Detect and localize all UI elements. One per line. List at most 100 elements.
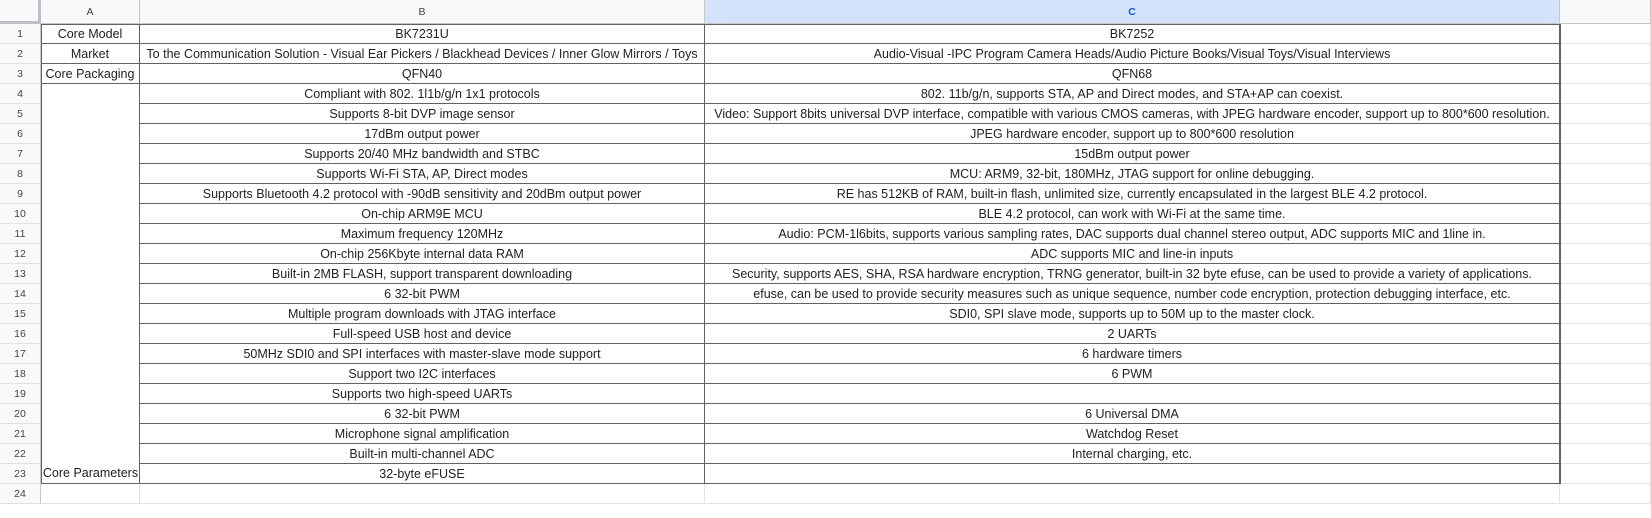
- cell-d[interactable]: [1560, 184, 1651, 204]
- cell-b[interactable]: Support two I2C interfaces: [140, 364, 705, 384]
- select-all-corner[interactable]: [0, 0, 41, 24]
- cell-b[interactable]: QFN40: [140, 64, 705, 84]
- cell-c[interactable]: MCU: ARM9, 32-bit, 180MHz, JTAG support …: [705, 164, 1560, 184]
- cell-b[interactable]: [140, 484, 705, 504]
- cell-d[interactable]: [1560, 224, 1651, 244]
- row-header[interactable]: 1: [0, 24, 41, 44]
- cell-d[interactable]: [1560, 384, 1651, 404]
- cell-c[interactable]: 802. 11b/g/n, supports STA, AP and Direc…: [705, 84, 1560, 104]
- cell-c[interactable]: SDI0, SPI slave mode, supports up to 50M…: [705, 304, 1560, 324]
- cell-c[interactable]: Audio: PCM-1l6bits, supports various sam…: [705, 224, 1560, 244]
- cell-b[interactable]: Microphone signal amplification: [140, 424, 705, 444]
- row-header[interactable]: 7: [0, 144, 41, 164]
- cell-d[interactable]: [1560, 204, 1651, 224]
- cell-b[interactable]: 32-byte eFUSE: [140, 464, 705, 484]
- cell-d[interactable]: [1560, 144, 1651, 164]
- cell-b[interactable]: Supports 8-bit DVP image sensor: [140, 104, 705, 124]
- row-header[interactable]: 8: [0, 164, 41, 184]
- row-header[interactable]: 6: [0, 124, 41, 144]
- row-header[interactable]: 14: [0, 284, 41, 304]
- cell-b[interactable]: 17dBm output power: [140, 124, 705, 144]
- cell-b[interactable]: Supports two high-speed UARTs: [140, 384, 705, 404]
- column-header-a[interactable]: A: [41, 0, 140, 24]
- cell-d[interactable]: [1560, 484, 1651, 504]
- cell-b[interactable]: Maximum frequency 120MHz: [140, 224, 705, 244]
- cell-c[interactable]: [705, 484, 1560, 504]
- column-header-d[interactable]: [1560, 0, 1651, 24]
- row-header[interactable]: 15: [0, 304, 41, 324]
- cell-d[interactable]: [1560, 284, 1651, 304]
- cell-c[interactable]: RE has 512KB of RAM, built-in flash, unl…: [705, 184, 1560, 204]
- cell-d[interactable]: [1560, 64, 1651, 84]
- cell-c[interactable]: [705, 464, 1560, 484]
- cell-c[interactable]: efuse, can be used to provide security m…: [705, 284, 1560, 304]
- cell-b[interactable]: Multiple program downloads with JTAG int…: [140, 304, 705, 324]
- row-header[interactable]: 19: [0, 384, 41, 404]
- cell-d[interactable]: [1560, 164, 1651, 184]
- cell-c[interactable]: 15dBm output power: [705, 144, 1560, 164]
- column-header-c[interactable]: C: [705, 0, 1560, 24]
- cell-b[interactable]: Built-in multi-channel ADC: [140, 444, 705, 464]
- column-header-b[interactable]: B: [140, 0, 705, 24]
- cell-c[interactable]: Audio-Visual -IPC Program Camera Heads/A…: [705, 44, 1560, 64]
- spreadsheet-grid[interactable]: A B C 1 Core Model BK7231U BK7252 2 Market To …: [0, 0, 1651, 518]
- cell-b[interactable]: Compliant with 802. 1l1b/g/n 1x1 protoco…: [140, 84, 705, 104]
- merged-cell-core-parameters[interactable]: Core Parameters: [41, 84, 140, 484]
- cell-b[interactable]: 50MHz SDI0 and SPI interfaces with maste…: [140, 344, 705, 364]
- cell-d[interactable]: [1560, 264, 1651, 284]
- cell-b[interactable]: On-chip ARM9E MCU: [140, 204, 705, 224]
- cell-c[interactable]: Watchdog Reset: [705, 424, 1560, 444]
- cell-b[interactable]: Supports Wi-Fi STA, AP, Direct modes: [140, 164, 705, 184]
- row-header[interactable]: 5: [0, 104, 41, 124]
- row-header[interactable]: 18: [0, 364, 41, 384]
- row-header[interactable]: 4: [0, 84, 41, 104]
- cell-c[interactable]: BLE 4.2 protocol, can work with Wi-Fi at…: [705, 204, 1560, 224]
- cell-d[interactable]: [1560, 404, 1651, 424]
- row-header[interactable]: 20: [0, 404, 41, 424]
- cell-d[interactable]: [1560, 304, 1651, 324]
- row-header[interactable]: 21: [0, 424, 41, 444]
- row-header[interactable]: 13: [0, 264, 41, 284]
- cell-c[interactable]: ADC supports MIC and line-in inputs: [705, 244, 1560, 264]
- cell-c[interactable]: 6 Universal DMA: [705, 404, 1560, 424]
- cell-d[interactable]: [1560, 324, 1651, 344]
- cell-c[interactable]: [705, 384, 1560, 404]
- cell-d[interactable]: [1560, 44, 1651, 64]
- cell-d[interactable]: [1560, 444, 1651, 464]
- cell-b[interactable]: 6 32-bit PWM: [140, 404, 705, 424]
- cell-a[interactable]: Market: [41, 44, 140, 64]
- cell-c[interactable]: JPEG hardware encoder, support up to 800…: [705, 124, 1560, 144]
- cell-c[interactable]: 2 UARTs: [705, 324, 1560, 344]
- cell-b[interactable]: Supports Bluetooth 4.2 protocol with -90…: [140, 184, 705, 204]
- cell-d[interactable]: [1560, 364, 1651, 384]
- cell-b[interactable]: 6 32-bit PWM: [140, 284, 705, 304]
- cell-b[interactable]: BK7231U: [140, 24, 705, 44]
- row-header[interactable]: 9: [0, 184, 41, 204]
- cell-a[interactable]: [41, 484, 140, 504]
- row-header[interactable]: 24: [0, 484, 41, 504]
- cell-b[interactable]: Supports 20/40 MHz bandwidth and STBC: [140, 144, 705, 164]
- row-header[interactable]: 23: [0, 464, 41, 484]
- row-header[interactable]: 22: [0, 444, 41, 464]
- cell-c[interactable]: QFN68: [705, 64, 1560, 84]
- row-header[interactable]: 12: [0, 244, 41, 264]
- cell-b[interactable]: To the Communication Solution - Visual E…: [140, 44, 705, 64]
- cell-c[interactable]: Video: Support 8bits universal DVP inter…: [705, 104, 1560, 124]
- row-header[interactable]: 16: [0, 324, 41, 344]
- cell-c[interactable]: 6 hardware timers: [705, 344, 1560, 364]
- cell-d[interactable]: [1560, 124, 1651, 144]
- cell-b[interactable]: Built-in 2MB FLASH, support transparent …: [140, 264, 705, 284]
- cell-d[interactable]: [1560, 464, 1651, 484]
- cell-b[interactable]: Full-speed USB host and device: [140, 324, 705, 344]
- cell-d[interactable]: [1560, 24, 1651, 44]
- cell-a[interactable]: Core Packaging: [41, 64, 140, 84]
- cell-c[interactable]: Internal charging, etc.: [705, 444, 1560, 464]
- cell-c[interactable]: BK7252: [705, 24, 1560, 44]
- cell-d[interactable]: [1560, 424, 1651, 444]
- cell-a[interactable]: Core Model: [41, 24, 140, 44]
- row-header[interactable]: 11: [0, 224, 41, 244]
- cell-c[interactable]: Security, supports AES, SHA, RSA hardwar…: [705, 264, 1560, 284]
- cell-d[interactable]: [1560, 84, 1651, 104]
- cell-b[interactable]: On-chip 256Kbyte internal data RAM: [140, 244, 705, 264]
- row-header[interactable]: 3: [0, 64, 41, 84]
